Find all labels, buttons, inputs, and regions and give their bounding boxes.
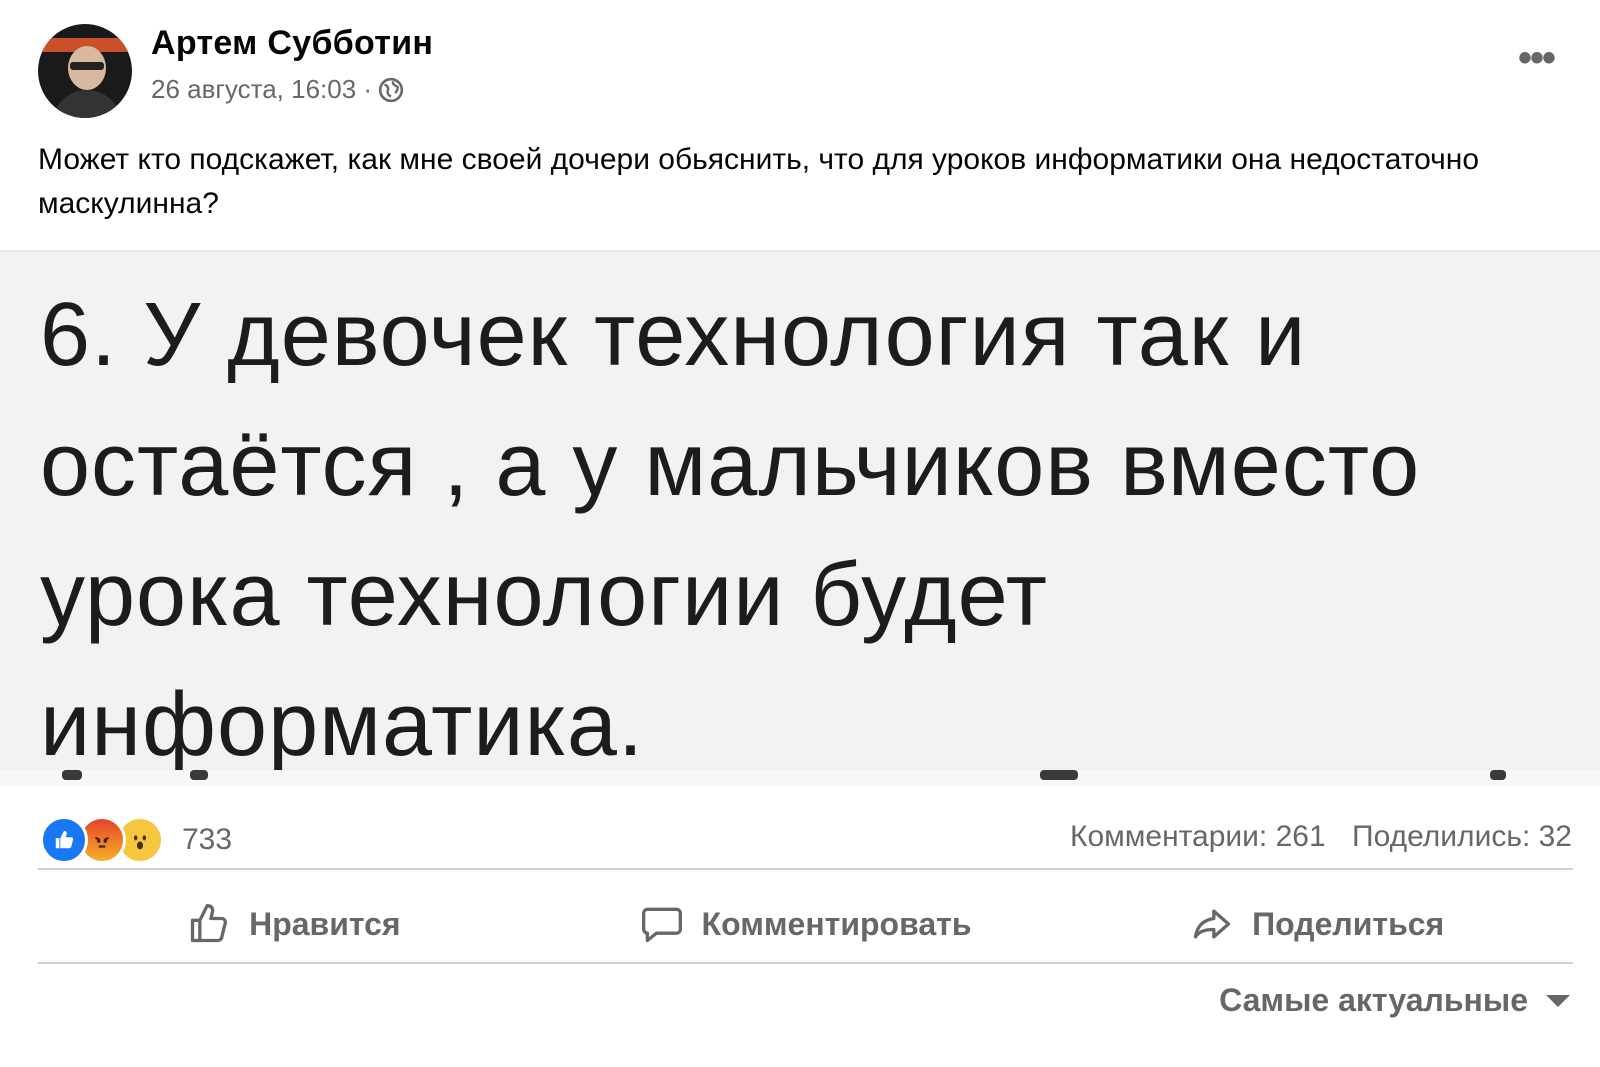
author-name[interactable]: Артем Субботин — [151, 24, 433, 63]
like-button[interactable]: Нравится — [38, 888, 550, 960]
caret-down-icon — [1546, 994, 1570, 1007]
shares-count[interactable]: Поделились: 32 — [1352, 820, 1572, 853]
like-icon — [40, 816, 88, 864]
reactions-summary[interactable]: 733 — [40, 816, 232, 864]
post-image[interactable]: 6. У девочек технология так и остаётся ,… — [0, 250, 1600, 786]
engagement-counts: Комментарии: 261 Поделились: 32 — [1070, 820, 1572, 854]
globe-icon — [378, 77, 404, 102]
more-options-button[interactable]: ••• — [1518, 38, 1556, 78]
post-stats: 733 Комментарии: 261 Поделились: 32 — [0, 800, 1600, 870]
share-label: Поделиться — [1252, 905, 1445, 942]
reaction-count[interactable]: 733 — [182, 823, 232, 857]
post-timestamp[interactable]: 26 августа, 16:03 · — [151, 74, 372, 105]
comment-label: Комментировать — [701, 905, 972, 942]
post-text: Может кто подскажет, как мне своей дочер… — [38, 143, 1480, 220]
divider-top — [38, 868, 1573, 870]
thumbs-up-icon — [190, 904, 228, 943]
comments-sort-dropdown[interactable]: Самые актуальные — [1219, 982, 1570, 1019]
share-button[interactable]: Поделиться — [1061, 888, 1573, 960]
post-meta: 26 августа, 16:03 · — [151, 74, 404, 105]
image-cutoff-text — [0, 770, 1600, 786]
sort-label: Самые актуальные — [1219, 982, 1528, 1018]
post-actions: Нравится Комментировать Поделиться — [38, 888, 1573, 960]
comment-button[interactable]: Комментировать — [550, 888, 1062, 960]
share-icon — [1194, 909, 1231, 939]
comment-icon — [641, 907, 682, 943]
image-text: 6. У девочек технология так и остаётся ,… — [40, 285, 1421, 775]
post-header: Артем Субботин 26 августа, 16:03 · ••• — [0, 0, 1600, 130]
divider-bottom — [38, 962, 1573, 964]
author-avatar[interactable] — [38, 24, 132, 118]
like-label: Нравится — [249, 905, 401, 942]
comments-count[interactable]: Комментарии: 261 — [1070, 820, 1326, 853]
